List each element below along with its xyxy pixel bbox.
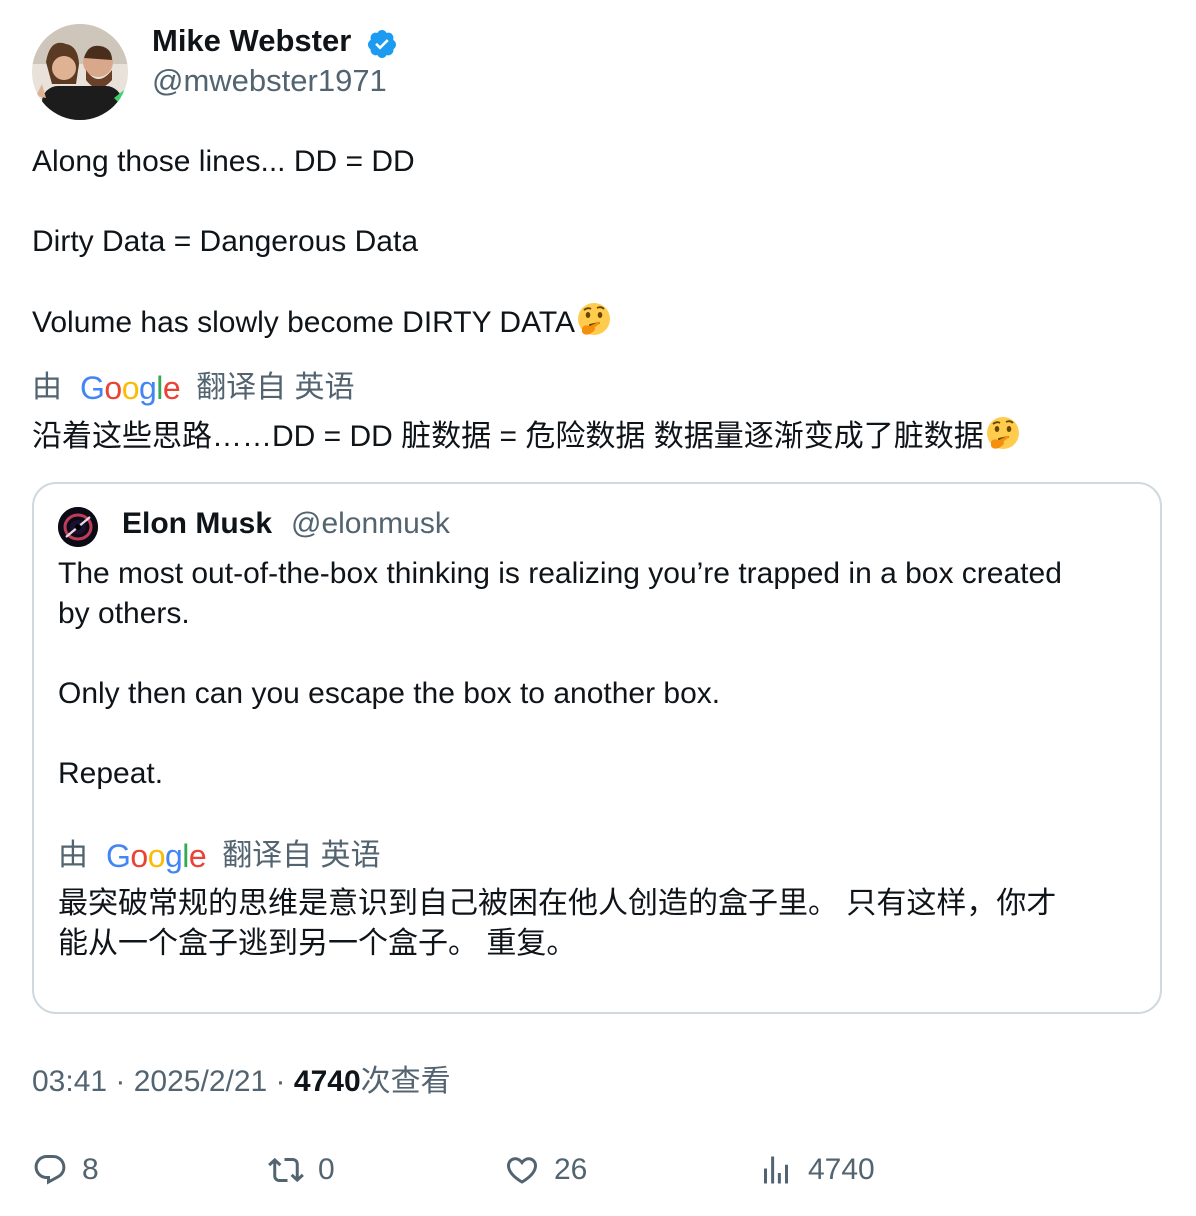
- google-logo: Google: [80, 370, 181, 406]
- reply-icon: [34, 1155, 66, 1185]
- retweet-count: 0: [318, 1153, 335, 1186]
- reply-button[interactable]: 8: [32, 1148, 99, 1192]
- quoted-translation-bar: 由 Google 翻译自 英语: [58, 836, 381, 876]
- verified-badge-icon: [366, 28, 398, 60]
- translation-bar: 由 Google 翻译自 英语: [32, 368, 355, 408]
- meta-separator: ·: [107, 1065, 134, 1098]
- tweet-meta: 03:41 · 2025/2/21 · 4740次查看: [32, 1062, 451, 1102]
- retweet-button[interactable]: 0: [268, 1148, 335, 1192]
- meta-separator: ·: [267, 1065, 294, 1098]
- views-button[interactable]: 4740: [758, 1148, 875, 1192]
- tweet-text-line-2: Dirty Data = Dangerous Data: [32, 225, 419, 258]
- tweet-text-line-3-text: Volume has slowly become DIRTY DATA: [32, 306, 575, 339]
- author-avatar-image: [32, 24, 128, 120]
- quoted-translation-by-label: 由: [58, 839, 88, 872]
- author-avatar[interactable]: [32, 24, 128, 120]
- views-count: 4740: [293, 1065, 361, 1098]
- views-label: 次查看: [360, 1065, 451, 1098]
- quoted-author-handle[interactable]: @elonmusk: [291, 505, 450, 543]
- heart-icon: [506, 1157, 538, 1184]
- quoted-text-line-3: Only then can you escape the box to anot…: [58, 677, 721, 710]
- author-handle[interactable]: @mwebster1971: [152, 62, 387, 100]
- translation-by-label: 由: [32, 371, 62, 404]
- author-display-name[interactable]: Mike Webster: [152, 22, 351, 60]
- reply-count: 8: [82, 1153, 99, 1186]
- quoted-text-line-4: Repeat.: [58, 757, 164, 790]
- analytics-icon: [764, 1156, 788, 1184]
- quoted-text-line-2: by others.: [58, 597, 190, 630]
- quoted-translation-line-2: 能从一个盒子逃到另一个盒子。 重复。: [58, 927, 577, 960]
- quoted-translated-from-label: 翻译自 英语: [222, 839, 381, 872]
- like-button[interactable]: 26: [504, 1148, 587, 1192]
- translated-from-label: 翻译自 英语: [196, 371, 355, 404]
- tweet-text-line-3: Volume has slowly become DIRTY DATA: [32, 302, 612, 343]
- thinking-face-icon: [578, 303, 610, 335]
- views-action-count: 4740: [808, 1153, 875, 1186]
- quoted-text-line-1: The most out-of-the-box thinking is real…: [58, 557, 1062, 590]
- thinking-face-icon: [986, 417, 1019, 449]
- quoted-author-avatar-image: [58, 507, 98, 547]
- quoted-author-name[interactable]: Elon Musk: [122, 505, 272, 543]
- quoted-translation-line-1: 最突破常规的思维是意识到自己被困在他人创造的盒子里。 只有这样，你才: [58, 887, 1057, 920]
- like-count: 26: [554, 1153, 588, 1186]
- google-logo: Google: [106, 838, 207, 874]
- translation-text-content: 沿着这些思路……DD = DD 脏数据 = 危险数据 数据量逐渐变成了脏数据: [32, 420, 984, 453]
- retweet-icon: [268, 1157, 304, 1183]
- tweet-time[interactable]: 03:41: [32, 1065, 107, 1098]
- tweet-date[interactable]: 2025/2/21: [134, 1065, 267, 1098]
- tweet-text-line-1: Along those lines... DD = DD: [32, 145, 415, 178]
- quoted-author-avatar[interactable]: [58, 507, 98, 547]
- translation-text: 沿着这些思路……DD = DD 脏数据 = 危险数据 数据量逐渐变成了脏数据: [32, 416, 1021, 457]
